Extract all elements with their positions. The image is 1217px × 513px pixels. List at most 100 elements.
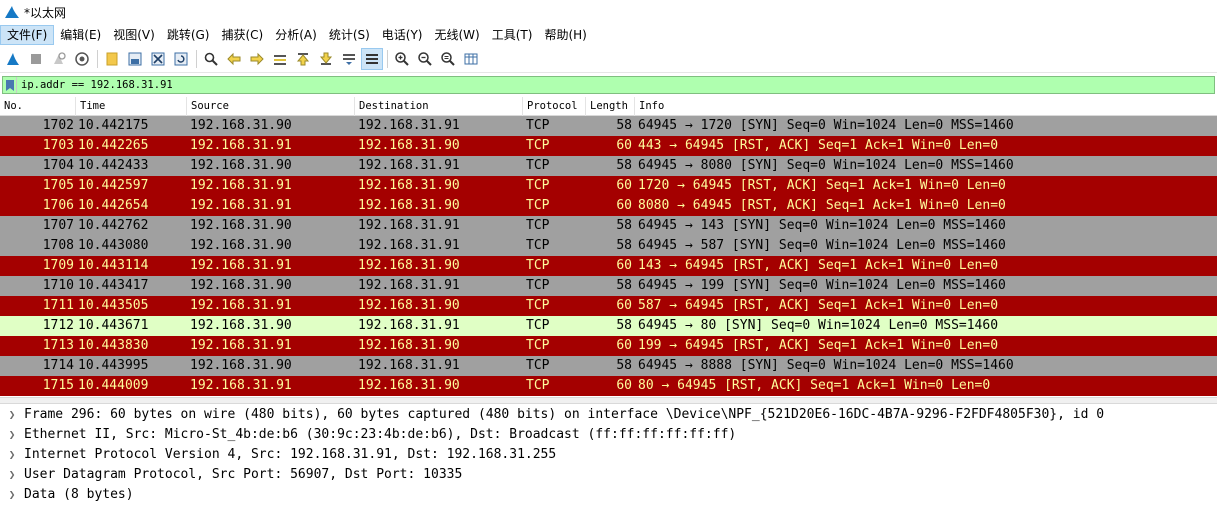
menu-capture[interactable]: 捕获(C) <box>215 25 269 45</box>
chevron-right-icon[interactable]: ❯ <box>0 465 24 485</box>
chevron-right-icon[interactable]: ❯ <box>0 405 24 425</box>
chevron-right-icon[interactable]: ❯ <box>0 485 24 505</box>
detail-ipv4[interactable]: ❯ Internet Protocol Version 4, Src: 192.… <box>0 445 1217 465</box>
colorize-icon[interactable] <box>361 48 383 70</box>
detail-frame[interactable]: ❯ Frame 296: 60 bytes on wire (480 bits)… <box>0 405 1217 425</box>
pane-splitter[interactable] <box>0 397 1217 404</box>
display-filter-bar <box>0 74 1217 96</box>
packet-no: 1711 <box>42 298 74 313</box>
col-header-no[interactable]: No. <box>0 97 76 116</box>
col-header-time[interactable]: Time <box>76 97 187 116</box>
packet-row[interactable]: 1706 10.442654 192.168.31.91 192.168.31.90 T… <box>0 196 1217 216</box>
packet-row[interactable]: 1704 10.442433 192.168.31.90 192.168.31.91 T… <box>0 156 1217 176</box>
packet-info: 143 → 64945 [RST, ACK] Seq=1 Ack=1 Win=0… <box>638 258 999 273</box>
menu-telephony[interactable]: 电话(Y) <box>376 25 429 45</box>
packet-row[interactable]: 1708 10.443080 192.168.31.90 192.168.31.91 T… <box>0 236 1217 256</box>
window-title: *以太网 <box>24 5 67 20</box>
packet-time: 10.442175 <box>78 118 149 133</box>
title-bar: *以太网 <box>0 0 1217 24</box>
wireshark-fin-icon <box>5 6 19 18</box>
packet-length: 58 <box>616 278 632 293</box>
packet-destination: 192.168.31.91 <box>358 218 460 233</box>
menu-help[interactable]: 帮助(H) <box>538 25 592 45</box>
shark-fin-start-icon[interactable] <box>2 48 24 70</box>
packet-row[interactable]: 1714 10.443995 192.168.31.90 192.168.31.91 T… <box>0 356 1217 376</box>
menu-file[interactable]: 文件(F) <box>0 25 55 45</box>
menu-edit[interactable]: 编辑(E) <box>54 25 107 45</box>
menu-go[interactable]: 跳转(G) <box>161 25 216 45</box>
zoom-normal-icon[interactable] <box>437 48 459 70</box>
menu-tools[interactable]: 工具(T) <box>486 25 539 45</box>
detail-ethernet[interactable]: ❯ Ethernet II, Src: Micro-St_4b:de:b6 (3… <box>0 425 1217 445</box>
zoom-in-icon[interactable] <box>391 48 413 70</box>
col-header-info[interactable]: Info <box>635 97 1217 116</box>
packet-no: 1706 <box>42 198 74 213</box>
packet-row[interactable]: 1710 10.443417 192.168.31.90 192.168.31.91 T… <box>0 276 1217 296</box>
reload-icon[interactable] <box>170 48 192 70</box>
save-file-icon[interactable] <box>124 48 146 70</box>
packet-destination: 192.168.31.90 <box>358 258 460 273</box>
packet-row[interactable]: 1703 10.442265 192.168.31.91 192.168.31.90 T… <box>0 136 1217 156</box>
packet-source: 192.168.31.90 <box>190 278 292 293</box>
packet-info: 64945 → 1720 [SYN] Seq=0 Win=1024 Len=0 … <box>638 118 1014 133</box>
menu-bar: 文件(F) 编辑(E) 视图(V) 跳转(G) 捕获(C) 分析(A) 统计(S… <box>0 24 1217 46</box>
col-header-destination[interactable]: Destination <box>355 97 523 116</box>
packet-source: 192.168.31.91 <box>190 138 292 153</box>
packet-time: 10.442654 <box>78 198 149 213</box>
packet-time: 10.442762 <box>78 218 149 233</box>
packet-info: 587 → 64945 [RST, ACK] Seq=1 Ack=1 Win=0… <box>638 298 999 313</box>
packet-row[interactable]: 1709 10.443114 192.168.31.91 192.168.31.90 T… <box>0 256 1217 276</box>
close-file-icon[interactable] <box>147 48 169 70</box>
go-last-icon[interactable] <box>315 48 337 70</box>
packet-row[interactable]: 1705 10.442597 192.168.31.91 192.168.31.90 T… <box>0 176 1217 196</box>
packet-destination: 192.168.31.91 <box>358 158 460 173</box>
packet-destination: 192.168.31.91 <box>358 118 460 133</box>
go-to-packet-icon[interactable] <box>269 48 291 70</box>
packet-length: 58 <box>616 218 632 233</box>
menu-analyze[interactable]: 分析(A) <box>269 25 323 45</box>
packet-destination: 192.168.31.90 <box>358 178 460 193</box>
stop-icon[interactable] <box>25 48 47 70</box>
open-folder-icon[interactable] <box>101 48 123 70</box>
col-header-length[interactable]: Length <box>586 97 635 116</box>
menu-view[interactable]: 视图(V) <box>107 25 161 45</box>
resize-columns-icon[interactable] <box>460 48 482 70</box>
packet-length: 60 <box>616 178 632 193</box>
find-icon[interactable] <box>200 48 222 70</box>
go-back-icon[interactable] <box>223 48 245 70</box>
packet-row[interactable]: 1715 10.444009 192.168.31.91 192.168.31.90 T… <box>0 376 1217 396</box>
packet-row[interactable]: 1713 10.443830 192.168.31.91 192.168.31.90 T… <box>0 336 1217 356</box>
capture-options-icon[interactable] <box>71 48 93 70</box>
packet-protocol: TCP <box>526 198 550 213</box>
packet-time: 10.443114 <box>78 258 149 273</box>
col-header-protocol[interactable]: Protocol <box>523 97 586 116</box>
packet-source: 192.168.31.90 <box>190 358 292 373</box>
packet-row[interactable]: 1707 10.442762 192.168.31.90 192.168.31.91 T… <box>0 216 1217 236</box>
detail-data[interactable]: ❯ Data (8 bytes) <box>0 485 1217 505</box>
menu-wireless[interactable]: 无线(W) <box>429 25 486 45</box>
packet-row[interactable]: 1711 10.443505 192.168.31.91 192.168.31.90 T… <box>0 296 1217 316</box>
packet-destination: 192.168.31.91 <box>358 278 460 293</box>
packet-destination: 192.168.31.91 <box>358 358 460 373</box>
packet-protocol: TCP <box>526 318 550 333</box>
detail-udp[interactable]: ❯ User Datagram Protocol, Src Port: 5690… <box>0 465 1217 485</box>
packet-row[interactable]: 1712 10.443671 192.168.31.90 192.168.31.91 T… <box>0 316 1217 336</box>
chevron-right-icon[interactable]: ❯ <box>0 445 24 465</box>
go-first-icon[interactable] <box>292 48 314 70</box>
menu-statistics[interactable]: 统计(S) <box>323 25 376 45</box>
packet-row[interactable]: 1702 10.442175 192.168.31.90 192.168.31.91 T… <box>0 116 1217 136</box>
go-forward-icon[interactable] <box>246 48 268 70</box>
zoom-out-icon[interactable] <box>414 48 436 70</box>
packet-protocol: TCP <box>526 178 550 193</box>
chevron-right-icon[interactable]: ❯ <box>0 425 24 445</box>
display-filter-input[interactable] <box>21 77 1201 93</box>
display-filter-box <box>2 76 1215 94</box>
restart-icon[interactable] <box>48 48 70 70</box>
packet-length: 60 <box>616 338 632 353</box>
packet-no: 1713 <box>42 338 74 353</box>
filter-bookmark-icon[interactable] <box>3 77 17 93</box>
col-header-source[interactable]: Source <box>187 97 355 116</box>
packet-length: 60 <box>616 298 632 313</box>
packet-destination: 192.168.31.90 <box>358 298 460 313</box>
autoscroll-icon[interactable] <box>338 48 360 70</box>
